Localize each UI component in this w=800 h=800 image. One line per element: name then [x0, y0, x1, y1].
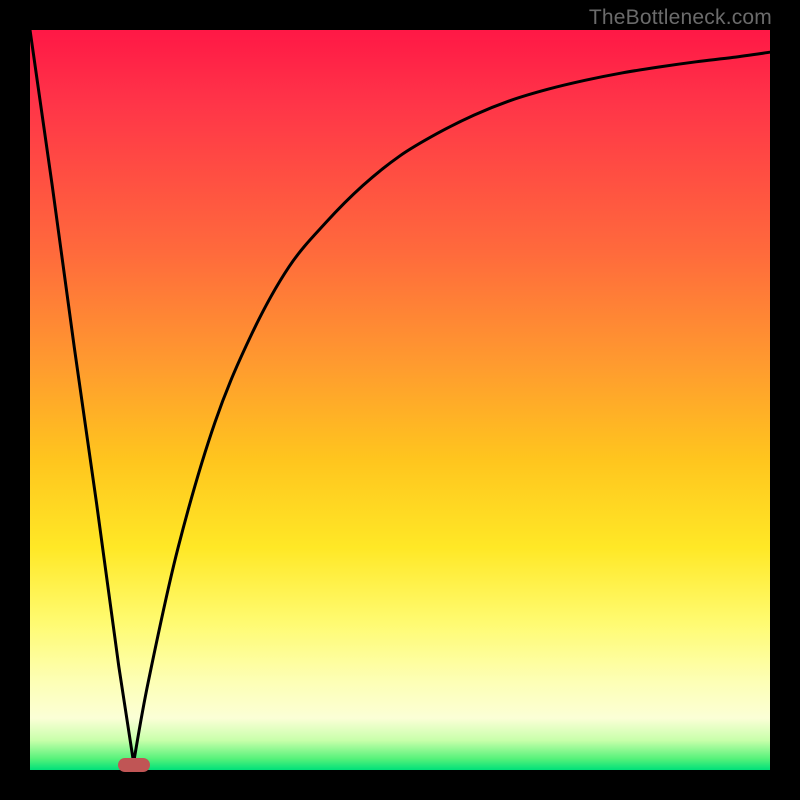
bottleneck-curve	[30, 30, 770, 770]
plot-area	[30, 30, 770, 770]
chart-frame: TheBottleneck.com	[0, 0, 800, 800]
optimum-marker	[118, 758, 150, 772]
watermark-text: TheBottleneck.com	[589, 6, 772, 30]
